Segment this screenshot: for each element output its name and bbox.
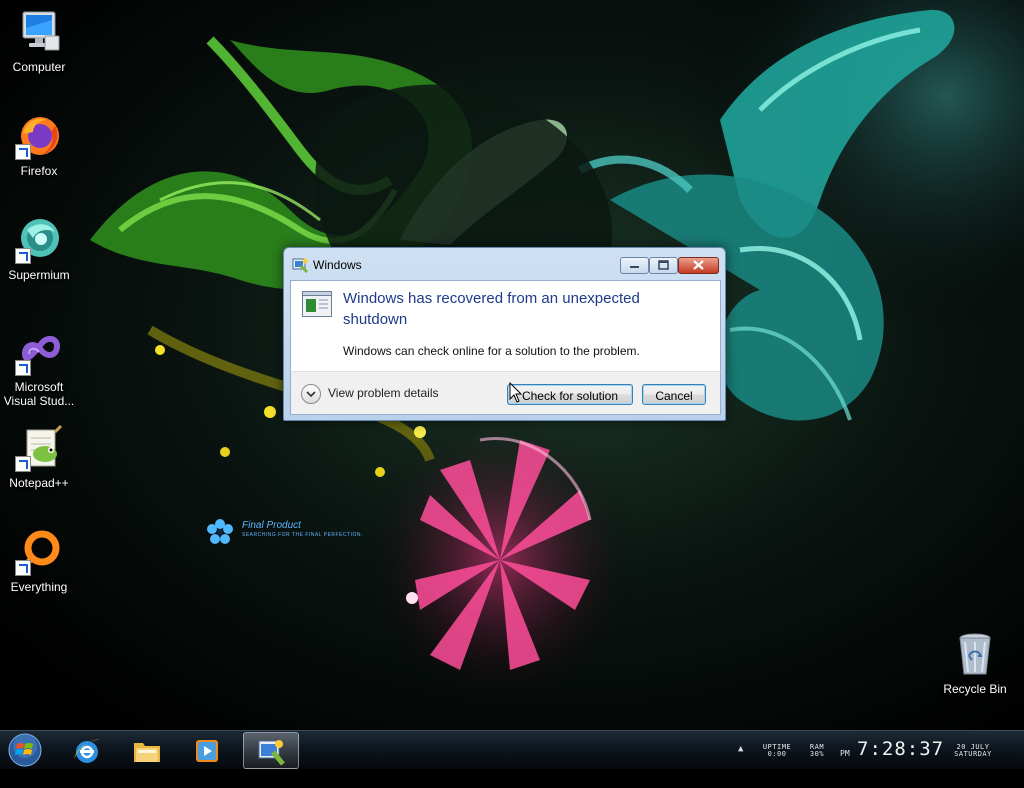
view-details-label: View problem details [328, 386, 439, 400]
cancel-button[interactable]: Cancel [642, 384, 706, 405]
minimize-icon [630, 266, 639, 268]
taskbar-file-explorer[interactable] [120, 732, 174, 767]
check-for-solution-button[interactable]: Check for solution [507, 384, 633, 405]
shortcut-arrow-icon [15, 144, 31, 160]
desktop-icon-label: Computer [12, 60, 66, 74]
dialog-message: Windows can check online for a solution … [343, 344, 640, 358]
taskbar-weekday: SATURDAY [954, 750, 992, 758]
desktop-icon-label: Supermium [8, 268, 70, 282]
dialog-title-bar[interactable]: Windows [284, 248, 725, 280]
maximize-button[interactable] [649, 257, 678, 274]
close-button[interactable] [678, 257, 719, 274]
desktop-icon-notepadpp[interactable]: Notepad++ [0, 424, 78, 490]
shortcut-arrow-icon [15, 560, 31, 576]
shortcut-arrow-icon [15, 456, 31, 472]
dialog-content: Windows has recovered from an unexpected… [290, 280, 721, 371]
desktop-icon-label: Recycle Bin [943, 682, 1007, 696]
dialog-title: Windows [313, 258, 362, 272]
firefox-icon [15, 112, 63, 160]
desktop-icon-everything[interactable]: Everything [0, 528, 78, 594]
desktop-icon-label: Everything [10, 580, 68, 594]
dialog-heading: Windows has recovered from an unexpected… [343, 290, 640, 328]
brand-flower-icon [207, 519, 233, 544]
mouse-cursor-icon [509, 382, 523, 403]
desktop-icon-label: Notepad++ [9, 476, 69, 490]
taskbar-media-player[interactable] [180, 732, 234, 767]
close-icon [693, 260, 704, 270]
desktop-icon-firefox[interactable]: Firefox [0, 112, 78, 178]
desktop-icon-recycle-bin[interactable]: Recycle Bin [936, 630, 1014, 696]
windows-logo-icon [8, 733, 42, 767]
clock-ampm: PM [840, 749, 850, 758]
ram-value: 30% [809, 750, 825, 758]
maximize-icon [658, 260, 669, 270]
chevron-down-icon [301, 384, 321, 404]
taskbar-problem-reports[interactable] [243, 732, 299, 769]
desktop-icon-label: Microsoft Visual Stud... [3, 380, 75, 408]
notepadpp-icon [15, 424, 63, 472]
computer-icon [15, 8, 63, 56]
dialog-footer: View problem details Check for solution … [290, 371, 721, 415]
taskbar-internet-explorer[interactable] [60, 732, 114, 767]
folder-icon [134, 743, 160, 762]
desktop-icon-computer[interactable]: Computer [0, 8, 78, 74]
desktop-icon-visual-studio[interactable]: Microsoft Visual Stud... [0, 328, 78, 408]
supermium-icon [15, 216, 63, 264]
shortcut-arrow-icon [15, 360, 31, 376]
recovery-dialog: Windows Windows has recovered from an un… [283, 247, 726, 421]
shortcut-arrow-icon [15, 248, 31, 264]
brand-title: Final Product [242, 520, 301, 531]
internet-explorer-icon [74, 739, 100, 763]
show-hidden-icons-button[interactable]: ▲ [738, 744, 743, 782]
recycle-bin-icon [951, 630, 999, 678]
windows-app-icon [292, 258, 308, 273]
start-button[interactable] [4, 731, 46, 769]
taskbar: ▲ UPTIME 0:00 RAM 30% PM 7:28:37 20 JULY… [0, 730, 1024, 769]
everything-icon [15, 528, 63, 576]
desktop-icon-supermium[interactable]: Supermium [0, 216, 78, 282]
problem-reports-icon [258, 740, 285, 766]
desktop-icon-label: Firefox [20, 164, 58, 178]
visual-studio-icon [15, 328, 63, 376]
media-player-icon [196, 740, 218, 762]
brand-subtitle: Searching for the final perfection. [242, 532, 363, 538]
uptime-value: 0:00 [767, 750, 787, 758]
minimize-button[interactable] [620, 257, 649, 274]
taskbar-clock[interactable]: 7:28:37 [857, 738, 944, 776]
problem-window-icon [302, 291, 332, 317]
